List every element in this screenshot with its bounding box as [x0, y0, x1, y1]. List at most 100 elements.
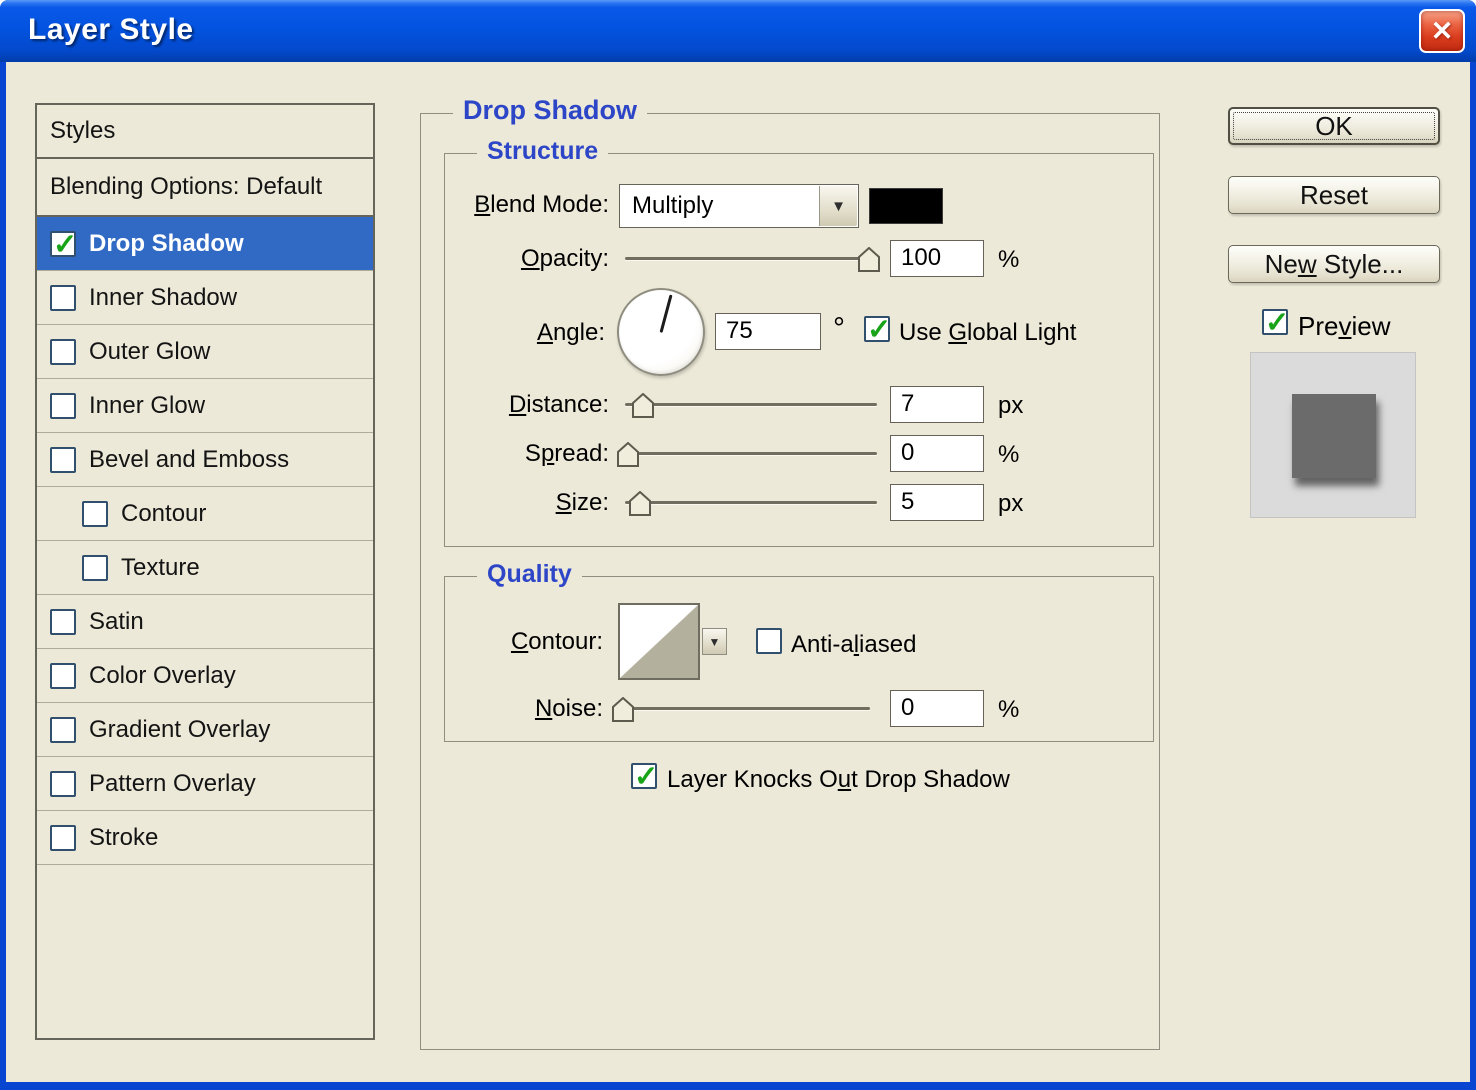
sidebar-item-label: Gradient Overlay: [89, 715, 271, 743]
layer-knockout-checkbox[interactable]: [631, 759, 658, 794]
blend-mode-value: Multiply: [632, 192, 714, 219]
preview-shadow-swatch: [1292, 394, 1376, 478]
spread-slider-thumb[interactable]: [616, 441, 639, 467]
anti-aliased-label: Anti-aliased: [791, 631, 917, 658]
angle-input[interactable]: [715, 313, 821, 350]
sidebar-item-label: Contour: [121, 499, 207, 527]
sidebar-item-label: Bevel and Emboss: [89, 445, 290, 473]
sidebar-item-label: Blending Options: Default: [50, 173, 323, 200]
contour-thumbnail[interactable]: [618, 603, 700, 680]
spread-slider-track[interactable]: [625, 452, 877, 455]
sidebar-item-satin[interactable]: Satin: [37, 595, 373, 649]
distance-unit: px: [998, 392, 1024, 419]
close-button[interactable]: ✕: [1419, 9, 1465, 53]
sidebar-item-label: Styles: [50, 117, 116, 144]
sidebar-item-label: Stroke: [89, 823, 159, 851]
sidebar-item-label: Satin: [89, 607, 144, 635]
angle-pointer[interactable]: [659, 294, 673, 333]
size-slider-thumb[interactable]: [629, 490, 652, 516]
sidebar-item-color-overlay[interactable]: Color Overlay: [37, 649, 373, 703]
checkbox-pattern-overlay[interactable]: [50, 770, 76, 797]
sidebar-item-label: Outer Glow: [89, 337, 211, 365]
spread-input[interactable]: [890, 435, 984, 472]
angle-label: Angle:: [536, 319, 605, 346]
checkbox-texture[interactable]: [82, 554, 108, 581]
sidebar-item-outer-glow[interactable]: Outer Glow: [37, 325, 373, 379]
use-global-light-label: Use Global Light: [899, 319, 1077, 346]
sidebar-item-bevel-and-emboss[interactable]: Bevel and Emboss: [37, 433, 373, 487]
sidebar-item-label: Inner Shadow: [89, 283, 238, 311]
distance-slider: [625, 388, 877, 422]
sidebar-item-label: Pattern Overlay: [89, 769, 256, 797]
angle-dial[interactable]: [617, 288, 705, 376]
blend-mode-label: Blend Mode:: [474, 191, 609, 218]
checkbox-contour[interactable]: [82, 500, 108, 527]
use-global-light-checkbox[interactable]: [864, 312, 891, 347]
checkbox-bevel-and-emboss[interactable]: [50, 446, 76, 473]
checkbox-outer-glow[interactable]: [50, 338, 76, 365]
opacity-label: Opacity:: [520, 245, 609, 272]
quality-legend: Quality: [477, 560, 582, 589]
size-input[interactable]: [890, 484, 984, 521]
drop-shadow-panel: Drop Shadow Structure Blend Mode: Multip…: [420, 95, 1160, 1050]
checkbox-satin[interactable]: [50, 608, 76, 635]
sidebar-item-label: Inner Glow: [89, 391, 206, 419]
dialog-body: Styles Blending Options: Default Drop Sh…: [6, 62, 1470, 1082]
size-slider-track[interactable]: [625, 501, 877, 504]
structure-legend: Structure: [477, 137, 609, 166]
layer-knockout-label: Layer Knocks Out Drop Shadow: [667, 766, 1010, 793]
checkbox-drop-shadow[interactable]: [50, 227, 77, 262]
checkbox-inner-glow[interactable]: [50, 392, 76, 419]
contour-dropdown-button[interactable]: ▼: [702, 628, 727, 655]
preview-checkbox[interactable]: [1262, 305, 1289, 340]
noise-input[interactable]: [890, 690, 984, 727]
sidebar-item-label: Drop Shadow: [89, 229, 244, 257]
reset-button[interactable]: Reset: [1228, 176, 1440, 214]
checkbox-inner-shadow[interactable]: [50, 284, 76, 311]
new-style-button[interactable]: New Style...: [1228, 245, 1440, 283]
sidebar-item-pattern-overlay[interactable]: Pattern Overlay: [37, 757, 373, 811]
blend-color-swatch[interactable]: [869, 188, 943, 224]
sidebar-item-styles[interactable]: Styles: [37, 105, 373, 159]
opacity-slider: [625, 242, 881, 276]
distance-input[interactable]: [890, 386, 984, 423]
size-slider: [625, 486, 877, 520]
noise-slider-thumb[interactable]: [612, 696, 635, 722]
sidebar-item-blending-options[interactable]: Blending Options: Default: [37, 159, 373, 217]
sidebar-item-contour[interactable]: Contour: [37, 487, 373, 541]
sidebar-item-gradient-overlay[interactable]: Gradient Overlay: [37, 703, 373, 757]
blend-mode-dropdown[interactable]: Multiply ▼: [619, 184, 859, 228]
window-title: Layer Style: [28, 13, 194, 46]
chevron-down-icon: ▼: [708, 634, 721, 649]
distance-slider-thumb[interactable]: [631, 392, 654, 418]
distance-slider-track[interactable]: [625, 403, 877, 406]
structure-group: Structure Blend Mode: Multiply ▼ Opacity…: [444, 137, 1154, 547]
ok-button[interactable]: OK: [1228, 107, 1440, 145]
opacity-input[interactable]: [890, 240, 984, 277]
noise-unit: %: [998, 696, 1020, 723]
opacity-unit: %: [998, 246, 1020, 273]
sidebar-item-stroke[interactable]: Stroke: [37, 811, 373, 865]
quality-group: Quality Contour: ▼ Anti-aliased Noise: %: [444, 560, 1154, 742]
spread-label: Spread:: [524, 440, 609, 467]
sidebar-item-drop-shadow[interactable]: Drop Shadow: [37, 217, 373, 271]
sidebar-item-inner-shadow[interactable]: Inner Shadow: [37, 271, 373, 325]
chevron-down-icon[interactable]: ▼: [819, 186, 857, 226]
sidebar-item-label: Texture: [121, 553, 200, 581]
sidebar-item-texture[interactable]: Texture: [37, 541, 373, 595]
noise-slider: [612, 692, 870, 726]
sidebar-item-inner-glow[interactable]: Inner Glow: [37, 379, 373, 433]
checkbox-color-overlay[interactable]: [50, 662, 76, 689]
noise-slider-track[interactable]: [618, 707, 870, 710]
titlebar[interactable]: Layer Style ✕: [0, 0, 1476, 62]
preview-label: Preview: [1298, 311, 1391, 341]
contour-label: Contour:: [510, 628, 603, 655]
styles-list: Styles Blending Options: Default Drop Sh…: [35, 103, 375, 1040]
noise-label: Noise:: [534, 695, 603, 722]
checkbox-stroke[interactable]: [50, 824, 76, 851]
opacity-slider-track[interactable]: [625, 257, 877, 260]
anti-aliased-checkbox[interactable]: [756, 628, 782, 654]
opacity-slider-thumb[interactable]: [858, 246, 881, 272]
close-icon: ✕: [1430, 15, 1454, 46]
checkbox-gradient-overlay[interactable]: [50, 716, 76, 743]
